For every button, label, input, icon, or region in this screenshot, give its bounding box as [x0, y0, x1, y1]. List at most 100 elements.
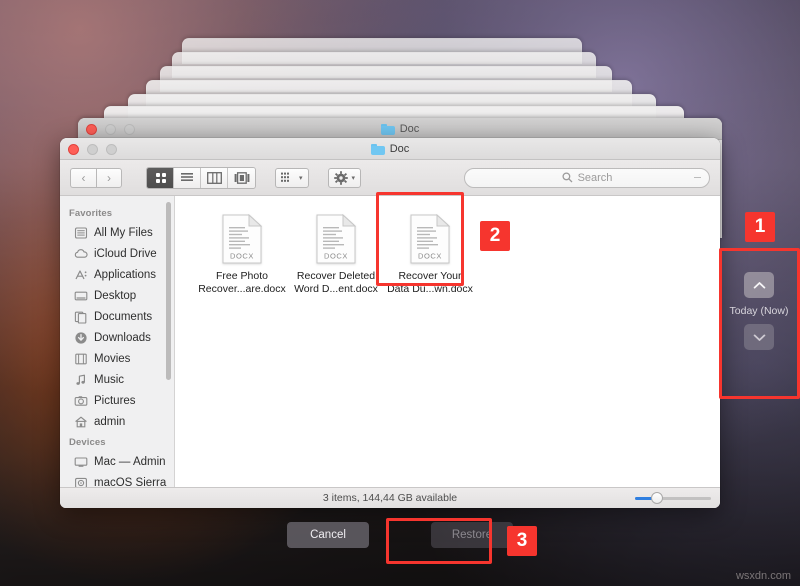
sidebar-item-macos-sierra[interactable]: macOS Sierra: [60, 472, 174, 487]
sidebar-item-label: Mac — Admin: [94, 456, 166, 468]
action-bar: Cancel Restore: [0, 522, 800, 548]
back-button[interactable]: ‹: [70, 168, 96, 188]
background-window-title: Doc: [78, 118, 722, 140]
disk-icon: [74, 476, 88, 488]
folder-icon: [381, 124, 395, 135]
file-name: Free Photo Recover...are.docx: [198, 270, 286, 295]
arrange-by-button[interactable]: ▾: [275, 168, 309, 188]
file-item-selected[interactable]: DOCX Recover Your Data Du...wn.docx: [383, 214, 477, 295]
sidebar-item-label: Music: [94, 374, 124, 386]
sidebar-item-applications[interactable]: Applications: [60, 264, 174, 285]
sidebar-item-documents[interactable]: Documents: [60, 306, 174, 327]
file-item[interactable]: DOCX Recover Deleted Word D...ent.docx: [289, 214, 383, 295]
icloud-icon: [74, 247, 88, 261]
sidebar-item-label: admin: [94, 416, 125, 428]
chevron-down-icon: [753, 333, 766, 342]
list-view-button[interactable]: [174, 168, 201, 188]
movies-icon: [74, 352, 88, 366]
forward-button[interactable]: ›: [96, 168, 122, 188]
home-icon: [74, 415, 88, 429]
search-icon: [562, 172, 573, 183]
sidebar-item-label: All My Files: [94, 227, 153, 239]
sidebar-heading-devices: Devices: [60, 432, 174, 451]
sidebar-item-label: Movies: [94, 353, 130, 365]
window-titlebar: Doc: [60, 138, 720, 160]
timeline-label: Today (Now): [730, 305, 789, 317]
sidebar-item-admin[interactable]: admin: [60, 411, 174, 432]
column-view-button[interactable]: [201, 168, 228, 188]
file-type-label: DOCX: [418, 252, 442, 261]
sidebar-item-downloads[interactable]: Downloads: [60, 327, 174, 348]
computer-icon: [74, 455, 88, 469]
timeline-previous-button[interactable]: [744, 272, 774, 298]
sidebar-item-movies[interactable]: Movies: [60, 348, 174, 369]
chevron-down-icon: ▾: [352, 174, 356, 182]
finder-body: Favorites All My Files iCloud Drive: [60, 196, 720, 487]
timeline-next-button[interactable]: [744, 324, 774, 350]
timeline-panel[interactable]: Today (Now): [718, 248, 800, 374]
sidebar-item-label: Applications: [94, 269, 156, 281]
status-text: 3 items, 144,44 GB available: [60, 492, 720, 504]
action-menu-button[interactable]: ▾: [328, 168, 362, 188]
icon-size-slider[interactable]: [635, 495, 711, 502]
annotation-badge-2: 2: [480, 221, 510, 251]
screen: Doc Doc ‹ ›: [0, 0, 800, 586]
sidebar-item-label: Desktop: [94, 290, 136, 302]
background-window-titlebar: Doc: [78, 118, 722, 140]
view-mode-segmented-control: [146, 167, 256, 189]
sidebar-item-mac-admin[interactable]: Mac — Admin: [60, 451, 174, 472]
sidebar-item-label: macOS Sierra: [94, 477, 166, 488]
pictures-icon: [74, 394, 88, 408]
sidebar-item-label: Pictures: [94, 395, 136, 407]
sidebar-item-icloud-drive[interactable]: iCloud Drive: [60, 243, 174, 264]
file-type-label: DOCX: [324, 252, 348, 261]
music-icon: [74, 373, 88, 387]
finder-window[interactable]: Doc ‹ ›: [60, 138, 720, 508]
sidebar-item-all-my-files[interactable]: All My Files: [60, 222, 174, 243]
file-grid: DOCX Free Photo Recover...are.docx: [175, 196, 720, 295]
chevron-up-icon: [753, 281, 766, 290]
sidebar-item-pictures[interactable]: Pictures: [60, 390, 174, 411]
search-resize-handle: [694, 177, 701, 178]
documents-icon: [74, 310, 88, 324]
window-title-text: Doc: [390, 143, 410, 155]
annotation-badge-3: 3: [507, 526, 537, 556]
restore-button: Restore: [431, 522, 513, 548]
status-bar: 3 items, 144,44 GB available: [60, 487, 720, 508]
watermark: wsxdn.com: [736, 570, 791, 582]
applications-icon: [74, 268, 88, 282]
navigation-buttons: ‹ ›: [70, 168, 122, 188]
coverflow-view-button[interactable]: [228, 168, 255, 188]
annotation-badge-1: 1: [745, 212, 775, 242]
sidebar-item-label: Downloads: [94, 332, 151, 344]
docx-file-icon: DOCX: [316, 214, 356, 264]
finder-toolbar: ‹ ›: [60, 160, 720, 196]
sidebar-heading-favorites: Favorites: [60, 203, 174, 222]
docx-file-icon: DOCX: [410, 214, 450, 264]
file-grid-area[interactable]: DOCX Free Photo Recover...are.docx: [175, 196, 720, 487]
sidebar-item-label: Documents: [94, 311, 152, 323]
search-input[interactable]: Search: [464, 168, 710, 188]
sidebar-item-music[interactable]: Music: [60, 369, 174, 390]
sidebar-item-label: iCloud Drive: [94, 248, 157, 260]
coverflow-view-icon: [234, 172, 250, 184]
sidebar-item-desktop[interactable]: Desktop: [60, 285, 174, 306]
file-name: Recover Your Data Du...wn.docx: [387, 270, 473, 295]
docx-file-icon: DOCX: [222, 214, 262, 264]
folder-icon: [371, 144, 385, 155]
column-view-icon: [207, 172, 222, 184]
file-item[interactable]: DOCX Free Photo Recover...are.docx: [195, 214, 289, 295]
arrange-icon: [281, 172, 295, 184]
desktop-icon: [74, 289, 88, 303]
all-my-files-icon: [74, 226, 88, 240]
background-window-title-text: Doc: [400, 123, 420, 135]
finder-sidebar: Favorites All My Files iCloud Drive: [60, 196, 175, 487]
gear-icon: [334, 171, 348, 185]
cancel-button[interactable]: Cancel: [287, 522, 369, 548]
window-title: Doc: [60, 138, 720, 160]
file-name: Recover Deleted Word D...ent.docx: [294, 270, 378, 295]
chevron-down-icon: ▾: [299, 174, 303, 182]
file-type-label: DOCX: [230, 252, 254, 261]
sidebar-scrollbar[interactable]: [166, 202, 171, 380]
icon-view-button[interactable]: [147, 168, 174, 188]
